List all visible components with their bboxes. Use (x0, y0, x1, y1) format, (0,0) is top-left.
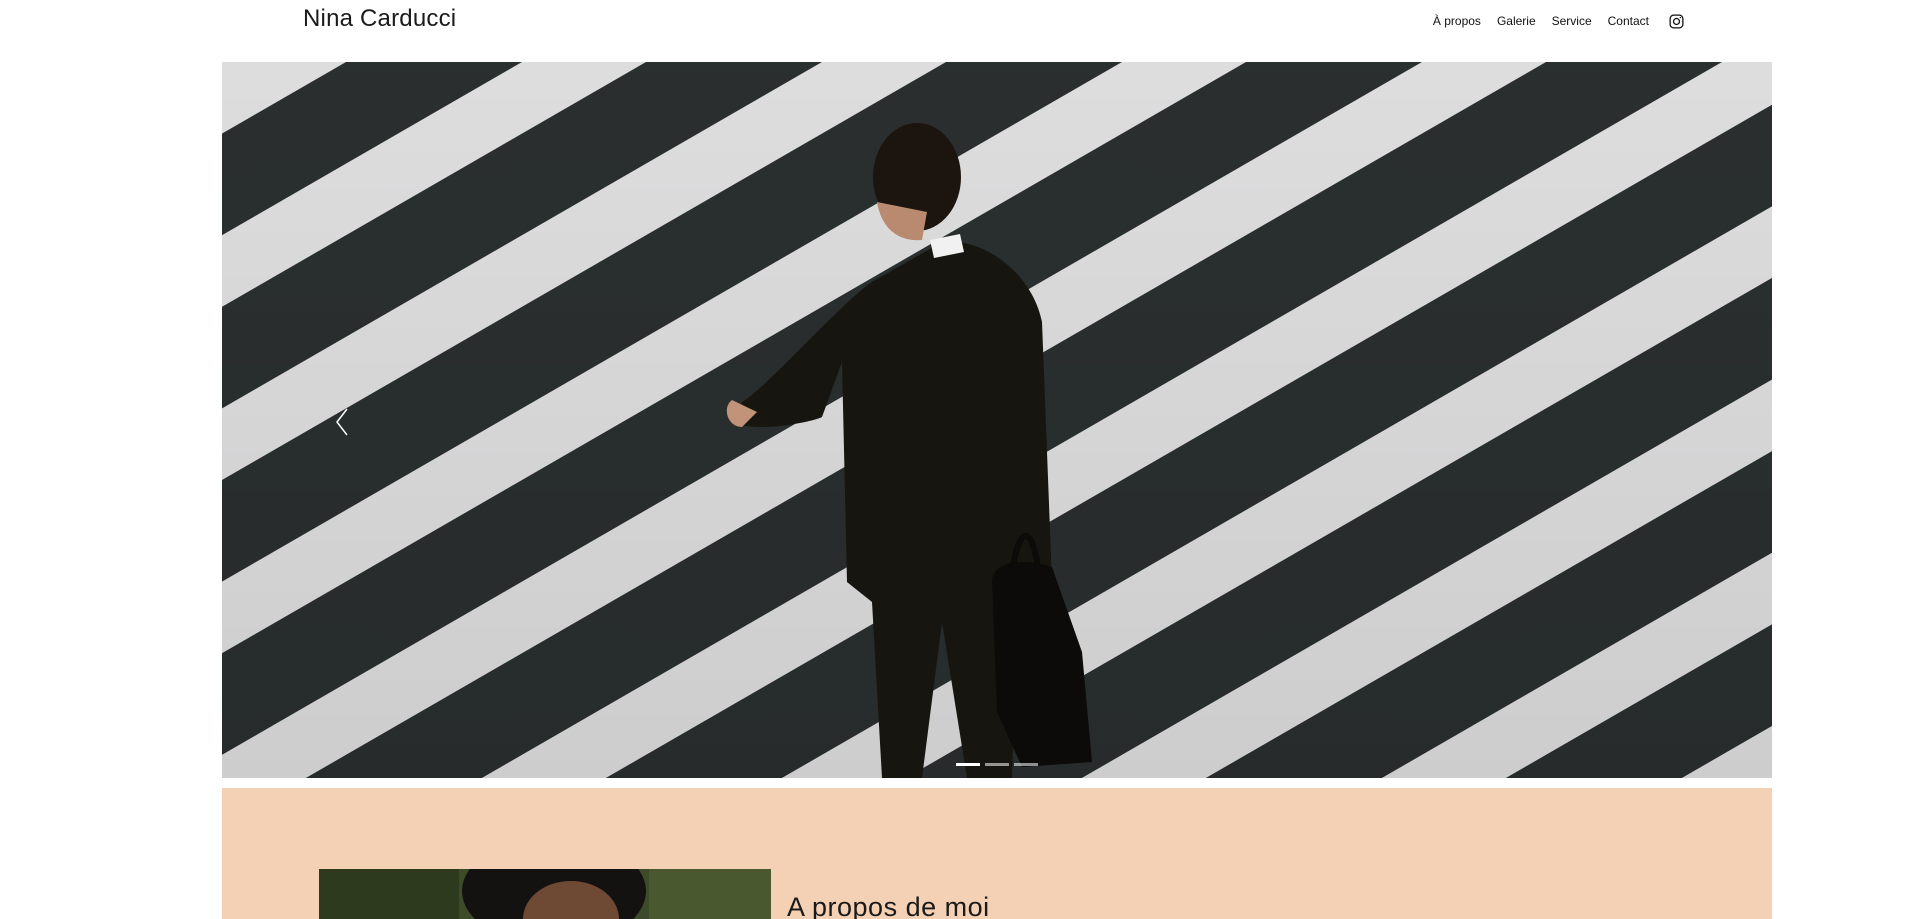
main-nav: À propos Galerie Service Contact (1433, 12, 1685, 30)
portrait-image (319, 869, 771, 919)
about-title: A propos de moi (787, 892, 990, 919)
hero-carousel (222, 62, 1772, 778)
site-header: Nina Carducci À propos Galerie Service C… (0, 0, 1919, 62)
instagram-icon[interactable] (1667, 12, 1685, 30)
carousel-indicator-3[interactable] (1014, 763, 1038, 766)
carousel-prev-button[interactable] (328, 400, 356, 444)
chevron-left-icon (336, 408, 348, 436)
carousel-indicator-1[interactable] (956, 763, 980, 766)
nav-link-contact[interactable]: Contact (1608, 14, 1649, 28)
carousel-indicator-2[interactable] (985, 763, 1009, 766)
site-brand[interactable]: Nina Carducci (303, 5, 456, 33)
carousel-indicators (956, 763, 1038, 766)
hero-image (222, 62, 1772, 778)
nav-link-galerie[interactable]: Galerie (1497, 14, 1536, 28)
nav-link-service[interactable]: Service (1552, 14, 1592, 28)
nav-link-a-propos[interactable]: À propos (1433, 14, 1481, 28)
about-section: A propos de moi (222, 788, 1772, 919)
